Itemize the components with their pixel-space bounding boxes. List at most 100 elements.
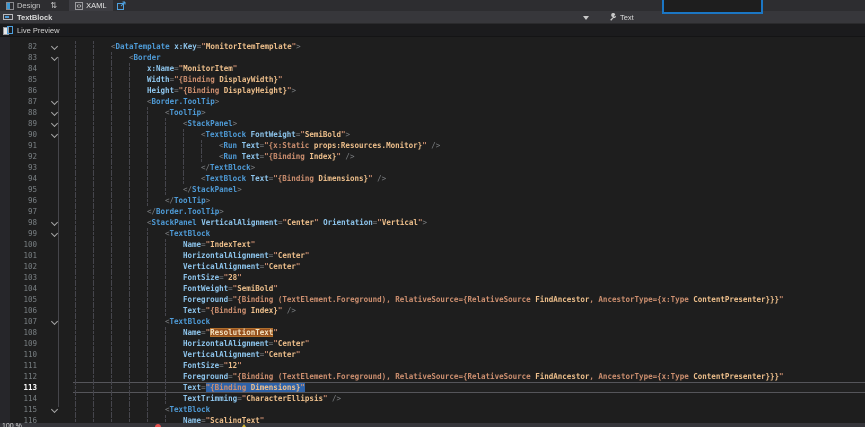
line-number: 104	[0, 283, 45, 294]
code-line[interactable]: 90<TextBlock FontWeight="SemiBold">	[0, 129, 865, 140]
code-line[interactable]: 91<Run Text="{x:Static props:Resources.M…	[0, 140, 865, 151]
line-number: 89	[0, 118, 45, 129]
line-number: 96	[0, 195, 45, 206]
code-line[interactable]: 87<Border.ToolTip>	[0, 96, 865, 107]
code-line[interactable]: 98<StackPanel VerticalAlignment="Center"…	[0, 217, 865, 228]
line-number: 101	[0, 250, 45, 261]
line-number: 99	[0, 228, 45, 239]
tab-xaml[interactable]: XAML	[69, 0, 112, 11]
fold-chevron-icon[interactable]	[51, 98, 58, 105]
tool-text-label: Text	[620, 13, 634, 22]
tab-design[interactable]: Design	[0, 0, 46, 11]
code-line[interactable]: 85Width="{Binding DisplayWidth}"	[0, 74, 865, 85]
code-line[interactable]: 110VerticalAlignment="Center"	[0, 349, 865, 360]
tab-xaml-label: XAML	[86, 1, 106, 10]
line-number: 107	[0, 316, 45, 327]
code-line[interactable]: 86Height="{Binding DisplayHeight}">	[0, 85, 865, 96]
tool-text-button[interactable]: Text	[608, 11, 634, 24]
line-number: 111	[0, 360, 45, 371]
code-line[interactable]: 101HorizontalAlignment="Center"	[0, 250, 865, 261]
line-number: 110	[0, 349, 45, 360]
popout-icon[interactable]	[117, 1, 126, 10]
line-number: 112	[0, 371, 45, 382]
line-number: 100	[0, 239, 45, 250]
code-line[interactable]: 97</Border.ToolTip>	[0, 206, 865, 217]
breadcrumb-dropdown-icon[interactable]	[583, 16, 589, 20]
live-preview-icon	[3, 26, 13, 35]
fold-chevron-icon[interactable]	[51, 131, 58, 138]
code-line[interactable]: 111FontSize="12"	[0, 360, 865, 371]
line-number: 108	[0, 327, 45, 338]
line-number: 93	[0, 162, 45, 173]
code-line[interactable]: 83<Border	[0, 52, 865, 63]
code-line[interactable]: 88<ToolTip>	[0, 107, 865, 118]
code-line[interactable]: 100Name="IndexText"	[0, 239, 865, 250]
code-line[interactable]: 89<StackPanel>	[0, 118, 865, 129]
code-line[interactable]: 103FontSize="28"	[0, 272, 865, 283]
line-number: 105	[0, 294, 45, 305]
status-bar: 100 %	[0, 423, 865, 427]
live-preview-label: Live Preview	[17, 26, 60, 35]
fold-chevron-icon[interactable]	[51, 54, 58, 61]
swap-views-icon[interactable]: ⇅	[46, 0, 61, 11]
code-line[interactable]: 82<DataTemplate x:Key="MonitorItemTempla…	[0, 41, 865, 52]
live-preview-bar: Live Preview	[0, 24, 865, 37]
line-number: 88	[0, 107, 45, 118]
code-line[interactable]: 95</StackPanel>	[0, 184, 865, 195]
line-number: 82	[0, 41, 45, 52]
zoom-level[interactable]: 100 %	[2, 423, 22, 427]
line-number: 106	[0, 305, 45, 316]
line-number: 109	[0, 338, 45, 349]
code-area[interactable]: 82<DataTemplate x:Key="MonitorItemTempla…	[0, 41, 865, 426]
code-line[interactable]: 104FontWeight="SemiBold"	[0, 283, 865, 294]
line-number: 102	[0, 261, 45, 272]
code-line[interactable]: 94<TextBlock Text="{Binding Dimensions}"…	[0, 173, 865, 184]
code-line[interactable]: 107<TextBlock	[0, 316, 865, 327]
line-number: 83	[0, 52, 45, 63]
line-number: 114	[0, 393, 45, 404]
line-number: 90	[0, 129, 45, 140]
line-number: 87	[0, 96, 45, 107]
code-line[interactable]: 93</TextBlock>	[0, 162, 865, 173]
design-icon	[6, 2, 14, 10]
fold-chevron-icon[interactable]	[51, 318, 58, 325]
code-line[interactable]: 109HorizontalAlignment="Center"	[0, 338, 865, 349]
line-number: 84	[0, 63, 45, 74]
code-line[interactable]: 112Foreground="{Binding (TextElement.For…	[0, 371, 865, 382]
fold-chevron-icon[interactable]	[51, 230, 58, 237]
code-line[interactable]: 92<Run Text="{Binding Index}" />	[0, 151, 865, 162]
code-line[interactable]: 84x:Name="MonitorItem"	[0, 63, 865, 74]
line-number: 95	[0, 184, 45, 195]
wrench-icon	[608, 13, 617, 22]
fold-chevron-icon[interactable]	[51, 120, 58, 127]
line-number: 113	[0, 382, 45, 393]
fold-chevron-icon[interactable]	[51, 219, 58, 226]
xaml-code-editor[interactable]: 82<DataTemplate x:Key="MonitorItemTempla…	[0, 37, 865, 427]
code-line[interactable]: 113Text="{Binding Dimensions}"	[0, 382, 865, 393]
code-line[interactable]: 102VerticalAlignment="Center"	[0, 261, 865, 272]
line-number: 97	[0, 206, 45, 217]
line-number: 94	[0, 173, 45, 184]
fold-chevron-icon[interactable]	[51, 109, 58, 116]
fold-chevron-icon[interactable]	[51, 43, 58, 50]
line-number: 91	[0, 140, 45, 151]
floating-window-fragment	[662, 0, 763, 14]
code-line[interactable]: 106Text="{Binding Index}" />	[0, 305, 865, 316]
tab-design-label: Design	[17, 1, 40, 10]
code-line[interactable]: 105Foreground="{Binding (TextElement.For…	[0, 294, 865, 305]
line-number: 85	[0, 74, 45, 85]
line-number: 103	[0, 272, 45, 283]
code-line[interactable]: 108Name="ResolutionText"	[0, 327, 865, 338]
line-number: 86	[0, 85, 45, 96]
breadcrumb-element[interactable]: TextBlock	[17, 13, 52, 22]
code-line[interactable]: 99<TextBlock	[0, 228, 865, 239]
line-number: 92	[0, 151, 45, 162]
line-number: 98	[0, 217, 45, 228]
line-number: 115	[0, 404, 45, 415]
fold-chevron-icon[interactable]	[51, 406, 58, 413]
code-line[interactable]: 96</ToolTip>	[0, 195, 865, 206]
xaml-element-icon	[3, 13, 13, 21]
code-line[interactable]: 114TextTrimming="CharacterEllipsis" />	[0, 393, 865, 404]
xaml-icon	[75, 2, 83, 10]
code-line[interactable]: 115<TextBlock	[0, 404, 865, 415]
